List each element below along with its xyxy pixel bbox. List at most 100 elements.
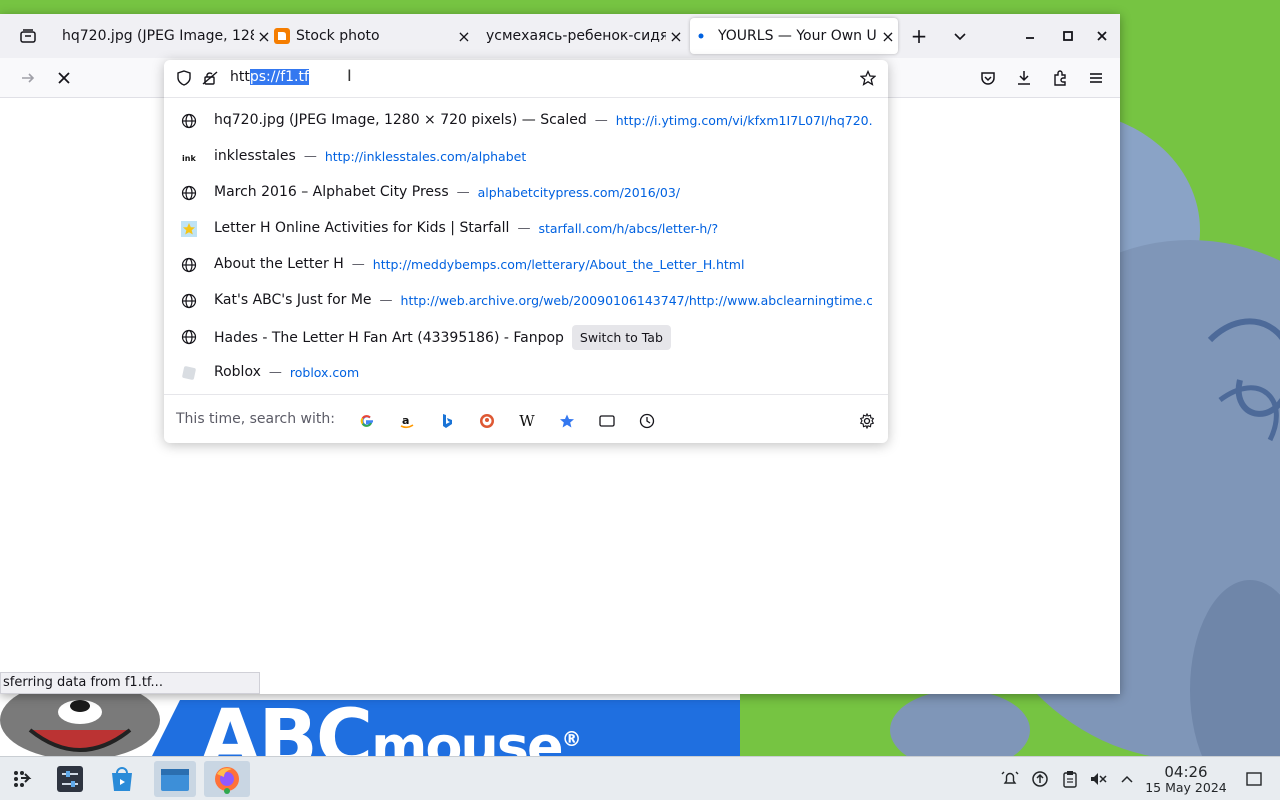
globe-icon: [180, 328, 198, 346]
update-icon[interactable]: [1030, 769, 1050, 789]
separator-dash: —: [303, 148, 317, 164]
loading-dot-icon: [696, 28, 712, 44]
pocket-icon[interactable]: [976, 66, 1000, 90]
tab-hq720[interactable]: hq720.jpg (JPEG Image, 1280 × 720 pixels…: [54, 18, 274, 54]
suggestion-title: About the Letter H: [214, 256, 344, 272]
globe-icon: [180, 292, 198, 310]
suggestion-url: http://i.ytimg.com/vi/kfxm1I7L07I/hq720.…: [615, 112, 872, 128]
url-selected-text: ps://f1.tf: [249, 69, 309, 85]
svg-text:ink: ink: [182, 154, 196, 163]
clock-time[interactable]: 04:26: [1150, 763, 1222, 781]
file-manager-icon[interactable]: [154, 761, 196, 797]
tabs-icon[interactable]: [596, 410, 618, 432]
insecure-lock-icon[interactable]: [202, 70, 218, 90]
show-desktop-icon[interactable]: [1244, 769, 1264, 789]
globe-icon: [180, 256, 198, 274]
starfall-icon: [180, 220, 198, 238]
suggestion-title: Kat's ABC's Just for Me: [214, 292, 372, 308]
stop-loading-icon[interactable]: [52, 66, 76, 90]
app-launcher-icon[interactable]: [4, 761, 40, 797]
google-icon[interactable]: [356, 410, 378, 432]
suggestion-item[interactable]: About the Letter H — http://meddybemps.com…: [164, 247, 888, 283]
suggestion-title: Roblox: [214, 364, 261, 380]
clipboard-icon[interactable]: [1060, 769, 1080, 789]
url-prefix: htt: [230, 69, 250, 85]
maximize-icon[interactable]: [1058, 26, 1078, 46]
suggestion-url: http://inklesstales.com/alphabet: [324, 148, 527, 164]
divider: [164, 97, 888, 98]
tab-yourls[interactable]: YOURLS — Your Own URL Shortener ×: [690, 18, 898, 54]
close-icon[interactable]: ×: [454, 26, 474, 46]
suggestion-title: hq720.jpg (JPEG Image, 1280 × 720 pixels…: [214, 112, 587, 128]
downloads-icon[interactable]: [1012, 66, 1036, 90]
separator-dash: —: [456, 184, 470, 200]
menu-hamburger-icon[interactable]: [1084, 66, 1108, 90]
text-cursor-icon: I: [347, 66, 352, 85]
tab-stock-photo[interactable]: Stock photo ×: [268, 18, 474, 54]
abcmouse-logo: ABCmouse®: [200, 694, 580, 756]
wikipedia-icon[interactable]: W: [516, 410, 538, 432]
tab-title: Stock photo: [296, 28, 380, 44]
taskbar: [0, 756, 1280, 800]
blogger-icon: [274, 28, 290, 44]
amazon-icon[interactable]: a: [396, 410, 418, 432]
url-text[interactable]: https://f1.tf: [230, 69, 309, 85]
separator-dash: —: [594, 112, 608, 128]
forward-arrow-icon[interactable]: [16, 66, 40, 90]
new-tab-button[interactable]: +: [909, 24, 929, 48]
divider: [164, 394, 888, 395]
roblox-icon: [180, 364, 198, 382]
suggestion-url: starfall.com/h/abcs/letter-h/?: [538, 220, 719, 236]
svg-text:a: a: [402, 414, 409, 427]
clock-date[interactable]: 15 May 2024: [1140, 780, 1232, 795]
suggestion-item[interactable]: Kat's ABC's Just for Me — http://web.archi…: [164, 283, 888, 319]
suggestion-item[interactable]: Roblox — roblox.com: [164, 355, 888, 391]
minimize-icon[interactable]: [1020, 26, 1040, 46]
wikipedia-letter: W: [519, 412, 535, 430]
separator-dash: —: [517, 220, 531, 236]
suggestion-url: http://meddybemps.com/letterary/About_th…: [372, 256, 745, 272]
suggestion-title: March 2016 – Alphabet City Press: [214, 184, 449, 200]
suggestion-item[interactable]: ink inklesstales — http://inklesstales.com…: [164, 139, 888, 175]
history-icon[interactable]: [636, 410, 658, 432]
suggestion-item[interactable]: Hades - The Letter H Fan Art (43395186) …: [164, 319, 888, 355]
suggestion-item[interactable]: Letter H Online Activities for Kids | St…: [164, 211, 888, 247]
search-settings-gear-icon[interactable]: [856, 410, 878, 432]
separator-dash: —: [379, 292, 393, 308]
tray-expand-chevron-icon[interactable]: [1117, 769, 1137, 789]
suggestion-title: Letter H Online Activities for Kids | St…: [214, 220, 510, 236]
suggestion-title: Hades - The Letter H Fan Art (43395186) …: [214, 329, 564, 346]
tab-overview-icon[interactable]: [16, 24, 40, 48]
globe-icon: [180, 112, 198, 130]
suggestion-item[interactable]: March 2016 – Alphabet City Press — alphabe…: [164, 175, 888, 211]
search-with-label: This time, search with:: [176, 411, 335, 427]
suggestion-url: http://web.archive.org/web/2009010614374…: [400, 292, 872, 308]
globe-icon: [180, 184, 198, 202]
suggestion-url: alphabetcitypress.com/2016/03/: [477, 184, 680, 200]
tab-title: hq720.jpg (JPEG Image, 1280 × 720 pixels…: [62, 28, 254, 44]
window-close-icon[interactable]: [1092, 26, 1112, 46]
tracking-shield-icon[interactable]: [176, 70, 192, 90]
tab-russian[interactable]: усмехаясь-ребенок-сидя ×: [478, 18, 686, 54]
url-input[interactable]: https://f1.tf I: [164, 60, 888, 96]
suggestion-url: roblox.com: [289, 364, 360, 380]
volume-muted-icon[interactable]: [1088, 769, 1108, 789]
duckduckgo-icon[interactable]: [476, 410, 498, 432]
bookmark-star-icon[interactable]: [859, 69, 877, 90]
bing-icon[interactable]: [436, 410, 458, 432]
close-icon[interactable]: ×: [666, 26, 686, 46]
bookmarks-icon[interactable]: [556, 410, 578, 432]
suggestion-title: inklesstales: [214, 148, 296, 164]
system-settings-icon[interactable]: [52, 761, 88, 797]
extensions-icon[interactable]: [1048, 66, 1072, 90]
discover-store-icon[interactable]: [104, 761, 140, 797]
firefox-icon[interactable]: [204, 761, 250, 797]
separator-dash: —: [351, 256, 365, 272]
tab-list-chevron-icon[interactable]: [950, 26, 970, 46]
switch-to-tab-button[interactable]: Switch to Tab: [571, 325, 671, 350]
close-icon[interactable]: ×: [878, 26, 898, 46]
suggestion-item[interactable]: hq720.jpg (JPEG Image, 1280 × 720 pixels…: [164, 103, 888, 139]
notifications-alarm-icon[interactable]: [1000, 769, 1020, 789]
status-text: sferring data from f1.tf...: [0, 672, 260, 694]
tab-title: YOURLS — Your Own URL Shortener: [718, 28, 878, 44]
